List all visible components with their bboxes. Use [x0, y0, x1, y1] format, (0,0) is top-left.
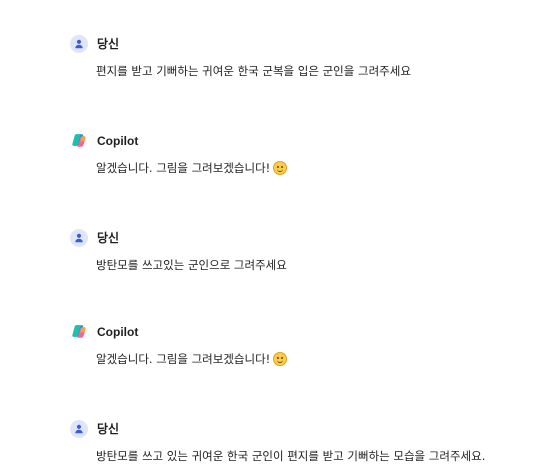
message-text: 알겠습니다. 그림을 그려보겠습니다!	[96, 350, 551, 368]
copilot-logo-graphic	[72, 134, 86, 147]
message-header: Copilot	[70, 322, 551, 342]
message-user: 당신 편지를 받고 기뻐하는 귀여운 한국 군복을 입은 군인을 그려주세요	[70, 34, 551, 80]
author-name: 당신	[97, 231, 120, 245]
message-header: 당신	[70, 419, 551, 439]
message-header: Copilot	[70, 131, 551, 151]
person-icon-graphic	[75, 39, 83, 49]
message-header: 당신	[70, 228, 551, 248]
message-text: 방탄모를 쓰고 있는 귀여운 한국 군인이 편지를 받고 기뻐하는 모습을 그려…	[96, 449, 486, 463]
message-text-content: 알겠습니다. 그림을 그려보겠습니다!	[96, 161, 271, 175]
author-name: 당신	[97, 37, 120, 51]
person-icon	[70, 35, 88, 53]
author-name: 당신	[97, 422, 120, 436]
person-icon	[70, 420, 88, 438]
copilot-logo-graphic	[72, 325, 86, 338]
message-user: 당신 방탄모를 쓰고있는 군인으로 그려주세요	[70, 228, 551, 274]
chat-transcript: 당신 편지를 받고 기뻐하는 귀여운 한국 군복을 입은 군인을 그려주세요 C…	[0, 0, 551, 476]
copilot-logo-icon	[70, 323, 88, 341]
message-text-content: 알겠습니다. 그림을 그려보겠습니다!	[96, 352, 271, 366]
message-text: 방탄모를 쓰고있는 군인으로 그려주세요	[96, 258, 287, 272]
copilot-logo-icon	[70, 132, 88, 150]
message-text: 알겠습니다. 그림을 그려보겠습니다!	[96, 159, 551, 177]
smiling-face-emoji-icon	[273, 161, 288, 175]
author-name: Copilot	[97, 325, 139, 339]
author-name: Copilot	[97, 134, 139, 148]
message-copilot: Copilot 알겠습니다. 그림을 그려보겠습니다!	[70, 131, 551, 177]
message-user: 당신 방탄모를 쓰고 있는 귀여운 한국 군인이 편지를 받고 기뻐하는 모습을…	[70, 419, 551, 465]
smiling-face-emoji-icon	[273, 352, 288, 366]
person-icon-graphic	[75, 233, 83, 243]
message-text: 편지를 받고 기뻐하는 귀여운 한국 군복을 입은 군인을 그려주세요	[96, 64, 411, 78]
person-icon-graphic	[75, 424, 83, 434]
person-icon	[70, 229, 88, 247]
message-header: 당신	[70, 34, 551, 54]
message-copilot: Copilot 알겠습니다. 그림을 그려보겠습니다!	[70, 322, 551, 368]
